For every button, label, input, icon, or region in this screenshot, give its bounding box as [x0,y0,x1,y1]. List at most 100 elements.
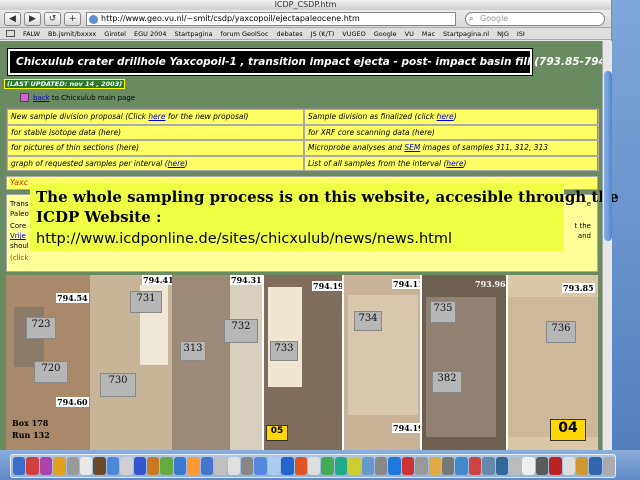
dock-app-icon[interactable] [66,457,80,475]
menu-link[interactable]: here [168,159,185,168]
bookmark-item[interactable]: Mac [422,30,435,38]
dock-app-icon[interactable] [482,457,495,475]
overlay-line-1b: ICDP Website : [36,208,162,226]
depth-label: 794.60 [56,397,89,407]
dock-app-icon[interactable] [576,457,589,475]
bookmark-item[interactable]: Google [374,30,397,38]
sample-tag: 734 [354,311,382,331]
address-bar-url: http://www.geo.vu.nl/~smit/csdp/yaxcopoi… [101,13,360,23]
vertical-scrollbar[interactable] [602,41,612,450]
dock-app-icon[interactable] [173,457,187,475]
dock-app-icon[interactable] [106,457,120,475]
dock-app-icon[interactable] [120,457,133,475]
dock-app-icon[interactable] [401,457,415,475]
dock-app-icon[interactable] [415,457,428,475]
dock-app-icon[interactable] [200,457,214,475]
dock-app-icon[interactable] [348,457,361,475]
dock-app-icon[interactable] [13,457,26,475]
dock-app-icon[interactable] [549,457,562,475]
dock-app-icon[interactable] [388,457,401,475]
bookmark-item[interactable]: Startpagina [175,30,213,38]
dock-app-icon[interactable] [227,457,240,475]
core-photo: 733 794.19 05 [264,275,342,450]
book-icon [20,93,29,102]
dock-app-icon[interactable] [187,457,200,475]
dock-app-icon[interactable] [26,457,39,475]
dock-app-icon[interactable] [214,457,227,475]
menu-cell[interactable]: for stable isotope data (here) [7,124,304,140]
dock-app-icon[interactable] [562,457,576,475]
reload-button[interactable]: ↺ [44,11,61,26]
menu-link[interactable]: here [148,112,165,121]
bookmark-item[interactable]: VUGEO [342,30,365,38]
dock-app-icon[interactable] [602,457,616,475]
overlay-url[interactable]: http://www.icdponline.de/sites/chicxulub… [36,229,558,249]
dock-app-icon[interactable] [374,457,388,475]
sample-tag: 720 [34,361,68,383]
depth-label: 794.19 [312,281,342,291]
menu-cell[interactable]: New sample division proposal (Click here… [7,109,304,125]
sample-tag: 731 [130,291,162,313]
address-bar[interactable]: http://www.geo.vu.nl/~smit/csdp/yaxcopoi… [86,11,456,26]
bookmark-item[interactable]: Startpagina.nl [443,30,489,38]
bookmark-item[interactable]: FALW [23,30,40,38]
bookmark-item[interactable]: NJG [497,30,509,38]
menu-link[interactable]: here [446,159,463,168]
bookmark-item[interactable]: VU [405,30,414,38]
menu-cell[interactable]: List of all samples from the interval (h… [304,155,599,171]
menu-cell[interactable]: for XRF core scanning data (here) [304,124,599,140]
dock-app-icon[interactable] [93,457,106,475]
sample-tag: 735 [430,301,456,323]
dock-app-icon[interactable] [428,457,441,475]
bookmark-item[interactable]: forum GeolSoc [221,30,269,38]
dock-app-icon[interactable] [147,457,160,475]
dock-app-icon[interactable] [589,457,602,475]
dock-app-icon[interactable] [334,457,348,475]
dock-app-icon[interactable] [495,457,509,475]
bookmark-item[interactable]: ISI [517,30,525,38]
back-button[interactable]: ◀ [4,11,21,26]
menu-link[interactable]: here [437,112,454,121]
dock-app-icon[interactable] [133,457,147,475]
bookmark-item[interactable]: JS (K/T) [311,30,335,38]
sample-tag: 736 [546,321,576,343]
menu-cell[interactable]: for pictures of thin sections (here) [7,140,304,156]
dock-app-icon[interactable] [80,457,93,475]
dock-app-icon[interactable] [254,457,267,475]
dock-app-icon[interactable] [53,457,66,475]
scrollbar-thumb[interactable] [604,71,612,241]
dock-app-icon[interactable] [267,457,281,475]
dock-app-icon[interactable] [321,457,334,475]
bookmark-item[interactable]: Girotel [104,30,126,38]
bookmark-item[interactable]: debates [276,30,302,38]
dock-app-icon[interactable] [535,457,549,475]
dock-app-icon[interactable] [522,457,535,475]
dock-app-icon[interactable] [468,457,482,475]
dock-app-icon[interactable] [442,457,455,475]
depth-label: 793.85 [562,283,595,293]
core-photos: 723 720 794.54 794.60 Box 178 Run 132 731… [6,275,598,450]
overlay-line-1a: The whole sampling process is on this we… [36,188,619,206]
search-input[interactable]: ⌕ Google [465,11,605,26]
dock-app-icon[interactable] [294,457,307,475]
dock-app-icon[interactable] [240,457,254,475]
menu-cell[interactable]: Sample division as finalized (click here… [304,109,599,125]
back-link[interactable]: back [33,94,50,102]
dock-app-icon[interactable] [160,457,173,475]
menu-cell[interactable]: Microprobe analyses and SEM images of sa… [304,140,599,156]
bookmarks-book-icon[interactable] [6,30,15,37]
dock-app-icon[interactable] [307,457,321,475]
dock-app-icon[interactable] [509,457,522,475]
add-bookmark-button[interactable]: + [64,11,81,26]
dock-app-icon[interactable] [361,457,374,475]
dock-app-icon[interactable] [281,457,294,475]
vrije-link[interactable]: Vrije [10,232,26,240]
forward-button[interactable]: ▶ [24,11,41,26]
page-title: Chicxulub crater drillhole Yaxcopoil-1 ,… [7,48,602,76]
bookmark-item[interactable]: Bb.jsmit/bxxxx [48,30,96,38]
menu-cell[interactable]: graph of requested samples per interval … [7,155,304,171]
bookmark-item[interactable]: EGU 2004 [134,30,167,38]
dock-app-icon[interactable] [39,457,53,475]
menu-link[interactable]: SEM [404,143,420,152]
dock-app-icon[interactable] [455,457,468,475]
